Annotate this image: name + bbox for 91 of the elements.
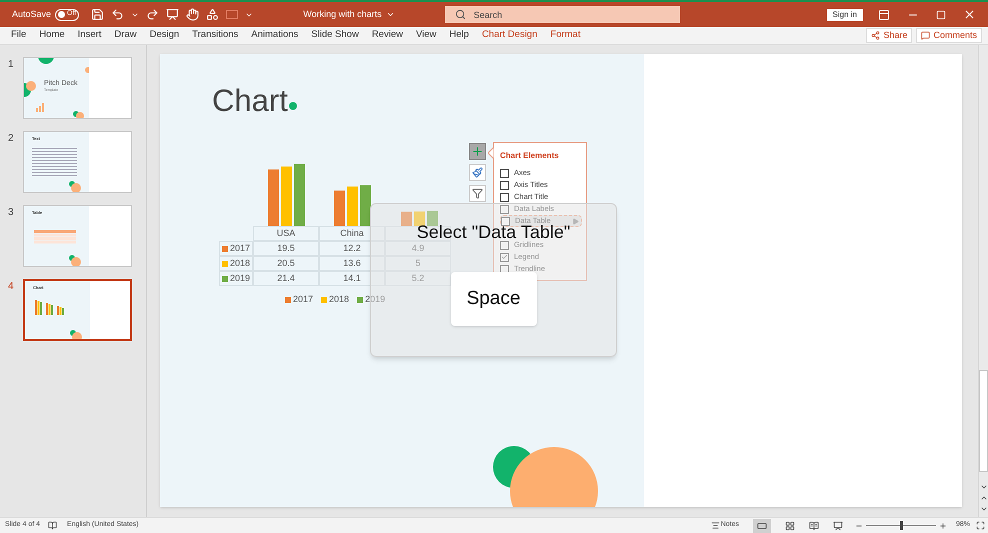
ribbon-tab[interactable]: Animations <box>251 28 298 43</box>
checkbox[interactable] <box>500 168 509 178</box>
presentation-icon[interactable] <box>166 8 180 21</box>
bar <box>347 186 358 226</box>
legend-item: 2018 <box>321 293 350 306</box>
table-cell: 21.4 <box>253 271 319 286</box>
bar <box>268 169 279 226</box>
notes-icon <box>710 521 720 530</box>
reading-view-icon[interactable] <box>808 520 819 530</box>
row-label: 2019 <box>219 271 253 286</box>
ribbon-tab[interactable]: Format <box>550 28 580 43</box>
autosave-label: AutoSave <box>12 8 52 21</box>
undo-icon[interactable] <box>111 8 124 21</box>
legend-item: 2019 <box>357 293 386 306</box>
ribbon-tab[interactable]: Draw <box>114 28 137 43</box>
plus-icon <box>471 145 484 158</box>
slide-number: 2 <box>7 132 15 146</box>
ribbon-tab[interactable]: View <box>416 28 436 43</box>
share-button[interactable]: Share <box>866 28 912 43</box>
thumbnail-drawing <box>24 58 89 118</box>
overlay-caption: Select "Data Table" <box>416 225 570 240</box>
presentation-icon[interactable] <box>832 520 843 530</box>
scroll-thumb[interactable] <box>979 370 988 472</box>
checkbox[interactable] <box>501 216 510 226</box>
table-cell: 12.2 <box>319 241 385 256</box>
hand-icon[interactable] <box>186 8 200 21</box>
bar <box>414 212 425 226</box>
slide-title: Chart <box>212 82 288 120</box>
ribbon-tab[interactable]: File <box>11 28 26 43</box>
document-title[interactable]: Working with charts <box>303 8 395 22</box>
comment-icon <box>921 31 930 40</box>
redo-icon[interactable] <box>146 8 160 21</box>
search-icon <box>454 9 466 20</box>
fit-slide-icon[interactable] <box>976 521 985 530</box>
table-header: China <box>319 226 385 241</box>
checkbox[interactable] <box>500 180 509 190</box>
bar <box>294 164 305 226</box>
ribbon-tab[interactable]: Transitions <box>192 28 238 43</box>
table-cell: 19.5 <box>253 241 319 256</box>
ribbon-tab[interactable]: Help <box>449 28 469 43</box>
save-icon[interactable] <box>91 8 104 21</box>
ribbon-display-icon[interactable] <box>878 8 890 20</box>
bar <box>281 166 292 226</box>
ribbon-tab[interactable]: Design <box>150 28 180 43</box>
book-icon <box>48 521 58 530</box>
ribbon-tab[interactable]: Slide Show <box>311 28 359 43</box>
table-cell: 5.2 <box>385 271 451 286</box>
table-cell: 20.5 <box>253 256 319 271</box>
table-header: USA <box>253 226 319 241</box>
zoom-slider[interactable] <box>866 521 936 530</box>
submenu-arrow-icon <box>572 218 579 224</box>
previous-slide-icon[interactable] <box>980 494 988 502</box>
slide-number: 3 <box>7 206 15 220</box>
slide-number: 4 <box>7 280 15 294</box>
caret-icon <box>386 10 395 19</box>
ribbon-tab[interactable]: Insert <box>78 28 102 43</box>
table-cell: 5 <box>385 256 451 271</box>
bar <box>334 190 345 226</box>
panel-title: Chart Elements <box>500 150 560 162</box>
checkbox[interactable] <box>500 240 509 250</box>
share-icon <box>871 31 880 40</box>
checkbox[interactable] <box>500 252 509 262</box>
normal-view-icon[interactable] <box>752 518 771 532</box>
comments-button[interactable]: Comments <box>916 28 982 43</box>
bar <box>401 212 412 226</box>
row-label: 2018 <box>219 256 253 271</box>
sign-in-button[interactable]: Sign in <box>826 8 863 20</box>
legend-item: 2017 <box>285 293 314 306</box>
row-label: 2017 <box>219 241 253 256</box>
ribbon-tab[interactable]: Home <box>39 28 65 43</box>
maximize-icon[interactable] <box>936 10 946 20</box>
grid-view-icon[interactable] <box>784 520 795 530</box>
brush-button[interactable] <box>469 164 486 181</box>
bar <box>427 210 438 226</box>
dot-icon <box>289 102 297 110</box>
table-cell: 13.6 <box>319 256 385 271</box>
bar <box>360 185 371 226</box>
zoom-thumb[interactable] <box>900 521 903 530</box>
ribbon-tab[interactable]: Review <box>372 28 403 43</box>
table-cell: 14.1 <box>319 271 385 286</box>
key-cap: Space <box>450 272 536 326</box>
next-slide-icon[interactable] <box>980 505 988 513</box>
shapes-icon[interactable] <box>206 8 220 21</box>
close-icon[interactable] <box>963 8 976 21</box>
scroll-down-icon[interactable] <box>980 483 988 491</box>
ribbon-tab[interactable]: Chart Design <box>482 28 538 43</box>
slide-number: 1 <box>7 58 15 72</box>
zoom-in-icon[interactable] <box>938 522 947 530</box>
table-cell: 4.9 <box>385 241 451 256</box>
filter-button[interactable] <box>469 185 486 202</box>
checkbox[interactable] <box>500 192 509 202</box>
